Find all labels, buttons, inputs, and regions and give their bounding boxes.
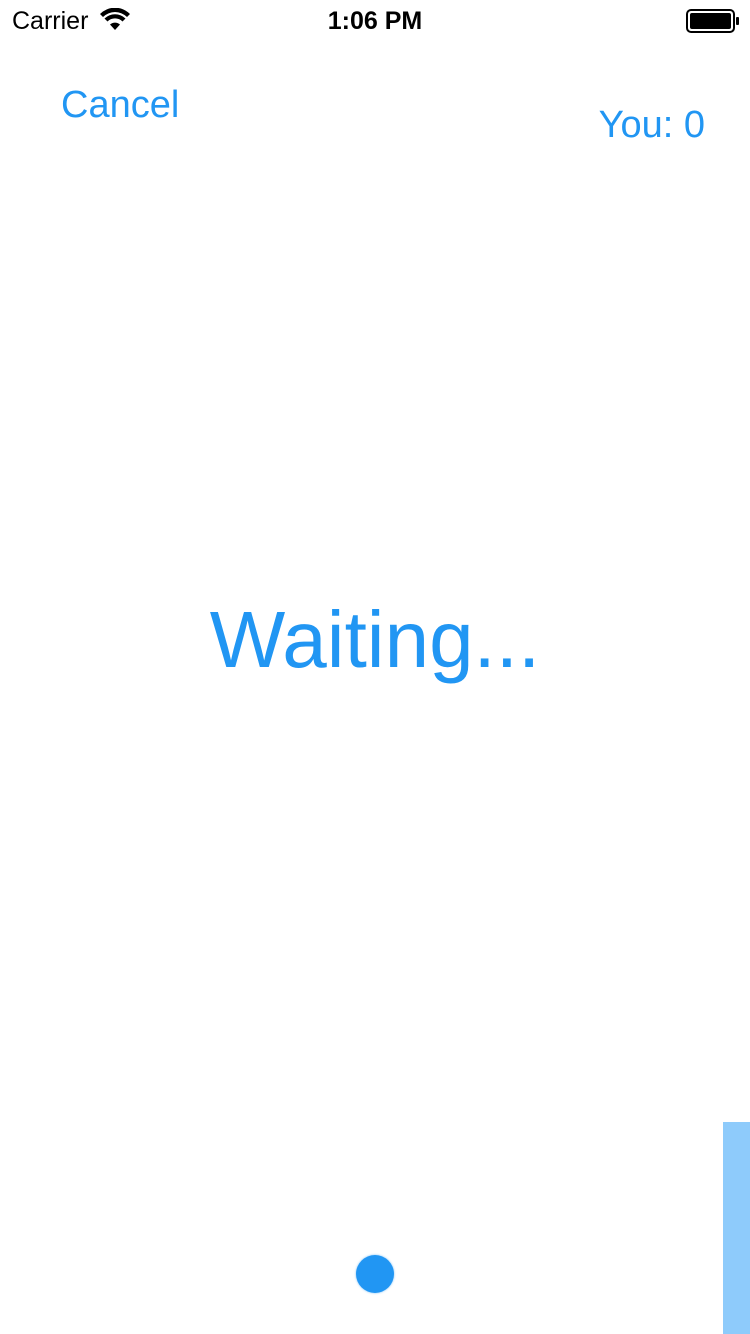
- paddle[interactable]: [723, 1122, 750, 1334]
- player-score: You: 0: [598, 104, 705, 146]
- ball: [356, 1255, 394, 1293]
- game-status-text: Waiting...: [209, 595, 541, 684]
- status-time: 1:06 PM: [327, 7, 423, 35]
- status-bar: Carrier 1:06 PM: [0, 0, 750, 40]
- battery-icon: [686, 9, 739, 33]
- cancel-button[interactable]: Cancel: [61, 82, 179, 128]
